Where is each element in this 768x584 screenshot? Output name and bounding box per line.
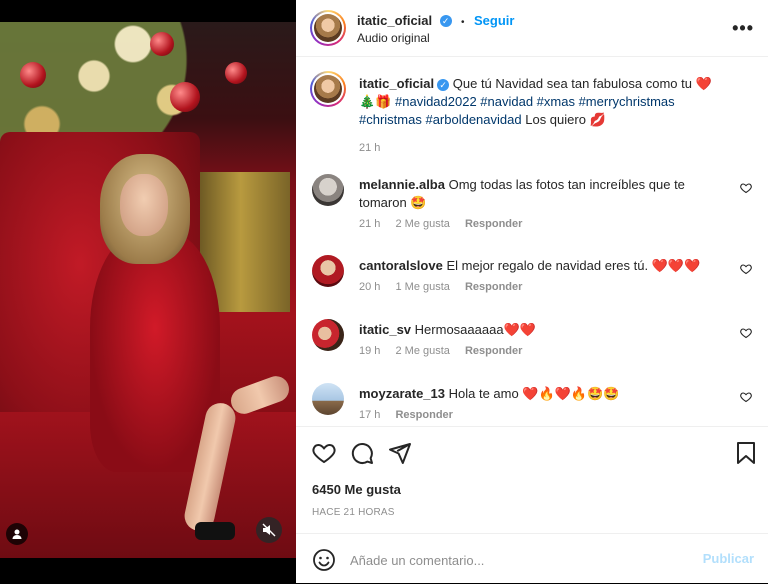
verified-badge: ✓ xyxy=(437,78,450,91)
heart-icon[interactable] xyxy=(312,441,336,470)
author-avatar[interactable] xyxy=(314,14,342,42)
comment-meta: 20 h 1 Me gusta Responder xyxy=(359,281,534,293)
ornament xyxy=(150,32,174,56)
comment-icon[interactable] xyxy=(350,441,374,470)
shoe xyxy=(195,522,235,540)
caption-username[interactable]: itatic_oficial xyxy=(359,76,434,91)
post-side-panel: itatic_oficial ✓ • Seguir Audio original… xyxy=(296,0,768,583)
comment-text: itatic_sv Hermosaaaaaa❤️❤️ xyxy=(359,321,714,339)
leg xyxy=(227,372,293,418)
author-line: itatic_oficial ✓ • Seguir xyxy=(357,12,514,30)
post-modal: itatic_oficial ✓ • Seguir Audio original… xyxy=(0,0,768,583)
author-username[interactable]: itatic_oficial xyxy=(357,13,432,28)
comment-likes[interactable]: 1 Me gusta xyxy=(395,281,449,293)
bookmark-icon[interactable] xyxy=(736,441,756,470)
video-frame[interactable] xyxy=(0,22,296,558)
comment-username[interactable]: melannie.alba xyxy=(359,177,445,192)
comment-composer: Publicar xyxy=(296,533,768,584)
comment-likes[interactable]: 2 Me gusta xyxy=(395,345,449,357)
comment-username[interactable]: moyzarate_13 xyxy=(359,386,445,401)
comments-list[interactable]: itatic_oficial ✓ Que tú Navidad sea tan f… xyxy=(296,57,768,425)
comment-avatar[interactable] xyxy=(312,383,344,415)
caption-text: itatic_oficial ✓ Que tú Navidad sea tan f… xyxy=(359,75,714,129)
comment-row: melannie.alba Omg todas las fotos tan in… xyxy=(312,174,752,234)
comment-time: 20 h xyxy=(359,281,381,293)
comment-body: Hola te amo ❤️🔥❤️🔥🤩🤩 xyxy=(448,386,620,401)
post-timestamp: HACE 21 HORAS xyxy=(312,507,395,518)
heart-icon[interactable] xyxy=(740,327,752,342)
like-count[interactable]: 6450 Me gusta xyxy=(312,482,401,497)
caption-row: itatic_oficial ✓ Que tú Navidad sea tan f… xyxy=(310,71,752,163)
mute-icon[interactable] xyxy=(256,517,282,543)
follow-button[interactable]: Seguir xyxy=(474,13,514,28)
comment-text: melannie.alba Omg todas las fotos tan in… xyxy=(359,176,714,212)
ornament xyxy=(20,62,46,88)
comment-meta: 19 h 2 Me gusta Responder xyxy=(359,345,534,357)
share-icon[interactable] xyxy=(388,441,412,470)
post-media[interactable] xyxy=(0,0,296,583)
comment-row: cantoralslove El mejor regalo de navidad… xyxy=(312,255,752,305)
comment-row: moyzarate_13 Hola te amo ❤️🔥❤️🔥🤩🤩 17 h R… xyxy=(312,383,752,425)
audio-label[interactable]: Audio original xyxy=(357,31,430,45)
emoji-icon[interactable] xyxy=(312,548,336,577)
heart-icon[interactable] xyxy=(740,391,752,406)
comment-likes[interactable]: 2 Me gusta xyxy=(395,218,449,230)
comment-text: cantoralslove El mejor regalo de navidad… xyxy=(359,257,714,275)
post-actions: 6450 Me gusta HACE 21 HORAS xyxy=(296,426,768,542)
heart-icon[interactable] xyxy=(740,182,752,197)
comment-username[interactable]: cantoralslove xyxy=(359,258,443,273)
heart-icon[interactable] xyxy=(740,263,752,278)
reply-button[interactable]: Responder xyxy=(465,281,522,293)
post-header: itatic_oficial ✓ • Seguir Audio original… xyxy=(296,0,768,57)
comment-avatar[interactable] xyxy=(312,319,344,351)
ornament xyxy=(170,82,200,112)
comment-meta: 17 h Responder xyxy=(359,409,465,421)
verified-badge: ✓ xyxy=(439,14,452,27)
reply-button[interactable]: Responder xyxy=(395,409,452,421)
user-tag-icon[interactable] xyxy=(6,523,28,545)
comment-meta: 21 h 2 Me gusta Responder xyxy=(359,218,534,230)
caption-end: Los quiero 💋 xyxy=(525,112,606,127)
comment-text: moyzarate_13 Hola te amo ❤️🔥❤️🔥🤩🤩 xyxy=(359,385,714,403)
reply-button[interactable]: Responder xyxy=(465,218,522,230)
comment-row: itatic_sv Hermosaaaaaa❤️❤️ 19 h 2 Me gus… xyxy=(312,319,752,369)
comment-time: 17 h xyxy=(359,409,381,421)
ornament xyxy=(225,62,247,84)
caption-avatar[interactable] xyxy=(314,75,342,103)
person-face xyxy=(120,174,168,236)
publish-button[interactable]: Publicar xyxy=(703,551,754,566)
reply-button[interactable]: Responder xyxy=(465,345,522,357)
comment-time: 21 h xyxy=(359,218,381,230)
comment-body: El mejor regalo de navidad eres tú. ❤️❤️… xyxy=(446,258,701,273)
more-icon[interactable]: ••• xyxy=(732,18,754,39)
caption-time: 21 h xyxy=(359,142,381,154)
caption-hashtags[interactable]: #navidad2022 #navidad #xmas #merrychrist… xyxy=(359,94,675,127)
comment-avatar[interactable] xyxy=(312,174,344,206)
comment-body: Hermosaaaaaa❤️❤️ xyxy=(414,322,536,337)
comment-time: 19 h xyxy=(359,345,381,357)
comment-username[interactable]: itatic_sv xyxy=(359,322,411,337)
comment-avatar[interactable] xyxy=(312,255,344,287)
comment-input[interactable] xyxy=(348,549,682,571)
dot-separator: • xyxy=(461,17,465,28)
